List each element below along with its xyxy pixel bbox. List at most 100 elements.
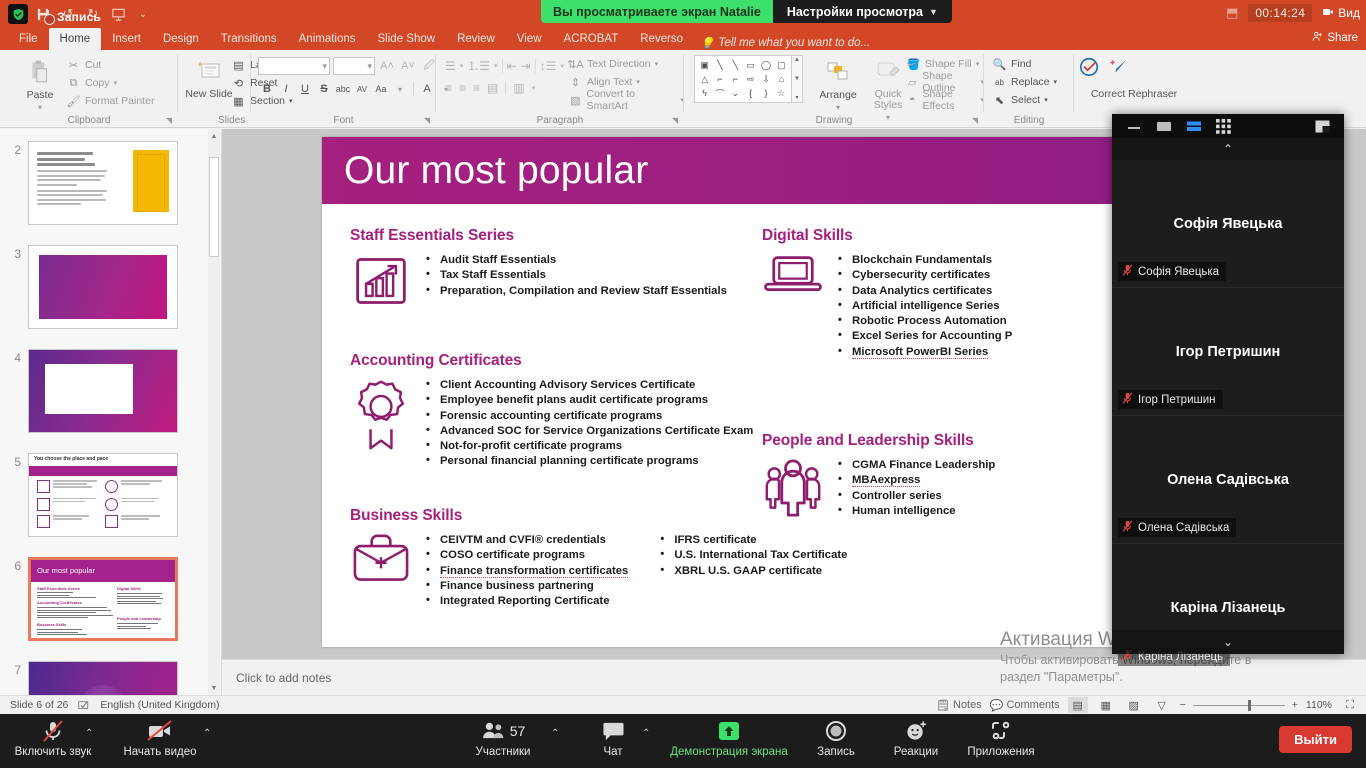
thumbnail-image[interactable]	[28, 245, 178, 329]
slide-title-bar[interactable]: Our most popular	[322, 137, 1222, 204]
paragraph-dialog-launcher[interactable]: ◥	[672, 116, 678, 125]
arrange-button[interactable]: Arrange ▾	[812, 52, 864, 112]
tab-slide-show[interactable]: Slide Show	[367, 28, 447, 50]
tab-view[interactable]: View	[506, 28, 553, 50]
zoom-video-panel[interactable]: ⌃ Софія Явецька Софія Явецька Ігор Петри…	[1112, 114, 1344, 654]
thumbnail-item-3[interactable]: 3	[0, 245, 210, 329]
bullets-button[interactable]: ☰	[445, 59, 456, 73]
shapes-grid[interactable]: ▣╲╲ ▭◯▢ △⌐⌐ ⇨⇩⌂ ϟ⌒⌄ {}☆	[694, 55, 792, 103]
thumbnail-item-7[interactable]: 7 Data Analytics Artificial Intelligence	[0, 661, 210, 695]
tab-review[interactable]: Review	[446, 28, 506, 50]
increase-indent-button[interactable]: ⇥	[521, 59, 531, 73]
justify-button[interactable]: ▤	[487, 81, 498, 95]
find-button[interactable]: 🔍Find	[992, 55, 1057, 73]
tab-acrobat[interactable]: ACROBAT	[553, 28, 630, 50]
section-staff-essentials[interactable]: Staff Essentials Series Audit Staff Esse…	[350, 227, 727, 309]
thumbnail-item-4[interactable]: 4	[0, 349, 210, 433]
view-slideshow-button[interactable]: ▽	[1152, 697, 1172, 713]
active-speaker-view-icon[interactable]	[1156, 121, 1172, 132]
share-screen-button[interactable]: Демонстрация экрана	[668, 719, 790, 758]
view-slide-sorter-button[interactable]: ▦	[1096, 697, 1116, 713]
gallery-view-icon[interactable]	[1216, 119, 1231, 134]
decrease-font-size-button[interactable]: A˅	[399, 57, 417, 75]
tell-me-box[interactable]: 💡 Tell me what you want to do...	[694, 36, 870, 50]
chat-chevron-icon[interactable]: ⌃	[642, 728, 650, 739]
zoom-in-button[interactable]: +	[1292, 699, 1298, 711]
increase-font-size-button[interactable]: A˄	[378, 57, 396, 75]
shape-effects-button[interactable]: ◓Shape Effects▾	[906, 91, 984, 109]
replace-button[interactable]: abReplace▾	[992, 73, 1057, 91]
current-slide[interactable]: Our most popular Staff Essentials Series…	[322, 137, 1222, 647]
convert-smartart-button[interactable]: ▧Convert to SmartArt▾	[568, 91, 684, 109]
tab-transitions[interactable]: Transitions	[210, 28, 288, 50]
align-right-button[interactable]: ≡	[473, 81, 480, 95]
participant-tile[interactable]: Ігор Петришин Ігор Петришин	[1112, 288, 1344, 416]
zoom-slider-handle[interactable]	[1248, 700, 1251, 711]
view-reading-button[interactable]: ▨	[1124, 697, 1144, 713]
columns-button[interactable]: ▥	[513, 81, 524, 95]
language-indicator[interactable]: English (United Kingdom)	[100, 699, 219, 711]
thumbnail-item-6[interactable]: 6 Our most popular Staff Essentials Seri…	[0, 557, 210, 641]
align-center-button[interactable]: ≡	[459, 81, 466, 95]
tab-insert[interactable]: Insert	[101, 28, 152, 50]
drawing-dialog-launcher[interactable]: ◥	[972, 116, 978, 125]
section-digital-skills[interactable]: Digital Skills Blockchain Fundamentals C…	[762, 227, 1012, 360]
tab-design[interactable]: Design	[152, 28, 210, 50]
audio-options-chevron-icon[interactable]: ⌃	[85, 728, 93, 739]
thumbnail-item-2[interactable]: 2	[0, 141, 210, 225]
comments-button[interactable]: 💬 Comments	[990, 699, 1060, 712]
thumbnail-scrollbar[interactable]: ▲ ▼	[208, 129, 220, 695]
correct-rephraser-label[interactable]: Correct Rephraser	[1074, 88, 1194, 100]
thumbnail-image[interactable]	[28, 349, 178, 433]
font-dialog-launcher[interactable]: ◥	[424, 116, 430, 125]
clipboard-dialog-launcher[interactable]: ◥	[166, 116, 172, 125]
participant-tile[interactable]: Олена Садівська Олена Садівська	[1112, 416, 1344, 544]
leave-meeting-button[interactable]: Выйти	[1279, 726, 1352, 753]
zoom-slider[interactable]: − +	[1180, 699, 1298, 711]
paste-button[interactable]: Paste ▾	[14, 52, 66, 112]
new-slide-button[interactable]: New Slide	[183, 52, 235, 100]
slide-thumbnail-pane[interactable]: 2 3 4 5	[0, 129, 222, 695]
shapes-gallery[interactable]: ▣╲╲ ▭◯▢ △⌐⌐ ⇨⇩⌂ ϟ⌒⌄ {}☆ ▲▼▾	[694, 55, 803, 103]
view-normal-button[interactable]: ▤	[1068, 697, 1088, 713]
video-button[interactable]: Вид	[1322, 6, 1360, 21]
zoom-out-button[interactable]: −	[1180, 699, 1186, 711]
text-shadow-button[interactable]: abc	[334, 80, 352, 98]
scroll-up-icon[interactable]: ▲	[208, 129, 220, 143]
strikethrough-button[interactable]: S	[315, 80, 333, 98]
reactions-button[interactable]: Реакции	[868, 719, 964, 758]
share-button[interactable]: Share	[1312, 31, 1358, 45]
tab-file[interactable]: File	[8, 28, 49, 50]
decrease-indent-button[interactable]: ⇤	[507, 59, 517, 73]
tab-home[interactable]: Home	[49, 28, 102, 50]
character-spacing-button[interactable]: AV	[353, 80, 371, 98]
font-color-button[interactable]: A	[418, 80, 436, 98]
participants-button[interactable]: 57 Участники	[455, 719, 551, 758]
zoom-view-options-button[interactable]: Настройки просмотра ▼	[773, 0, 952, 23]
chevron-down-icon[interactable]: ▾	[38, 103, 42, 112]
apps-button[interactable]: Приложения	[953, 719, 1049, 758]
zoom-level-label[interactable]: 110%	[1306, 699, 1332, 711]
video-options-chevron-icon[interactable]: ⌃	[203, 728, 211, 739]
section-business-skills[interactable]: Business Skills CEIVTM and CVFI® credent…	[350, 507, 847, 609]
thumbnail-image-selected[interactable]: Our most popular Staff Essentials Series…	[28, 557, 178, 641]
font-size-input[interactable]: ▾	[333, 57, 375, 75]
correct-icon[interactable]	[1078, 56, 1100, 83]
thumbnail-image[interactable]: You choose the place and pace	[28, 453, 178, 537]
scroll-participants-up-button[interactable]: ⌃	[1112, 138, 1344, 160]
section-accounting-certificates[interactable]: Accounting Certificates Client Accountin…	[350, 352, 753, 470]
tab-animations[interactable]: Animations	[288, 28, 367, 50]
thumbnail-image[interactable]	[28, 141, 178, 225]
notes-button[interactable]: 🗒 Notes	[936, 699, 982, 712]
start-video-button[interactable]: Начать видео	[112, 719, 208, 758]
participants-chevron-icon[interactable]: ⌃	[551, 728, 559, 739]
thumbnail-item-5[interactable]: 5 You choose the place and pace	[0, 453, 210, 537]
scroll-down-icon[interactable]: ▼	[208, 681, 220, 695]
shapes-scrollbar[interactable]: ▲▼▾	[792, 55, 803, 103]
cut-button[interactable]: ✂Cut	[66, 56, 154, 74]
fit-to-window-button[interactable]: ⛶	[1340, 697, 1360, 713]
font-name-input[interactable]: ▾	[258, 57, 330, 75]
ribbon-display-options-icon[interactable]: ⬒	[1226, 5, 1238, 21]
thumbnail-image[interactable]: Data Analytics Artificial Intelligence	[28, 661, 178, 695]
format-painter-button[interactable]: 🖌Format Painter	[66, 92, 154, 110]
